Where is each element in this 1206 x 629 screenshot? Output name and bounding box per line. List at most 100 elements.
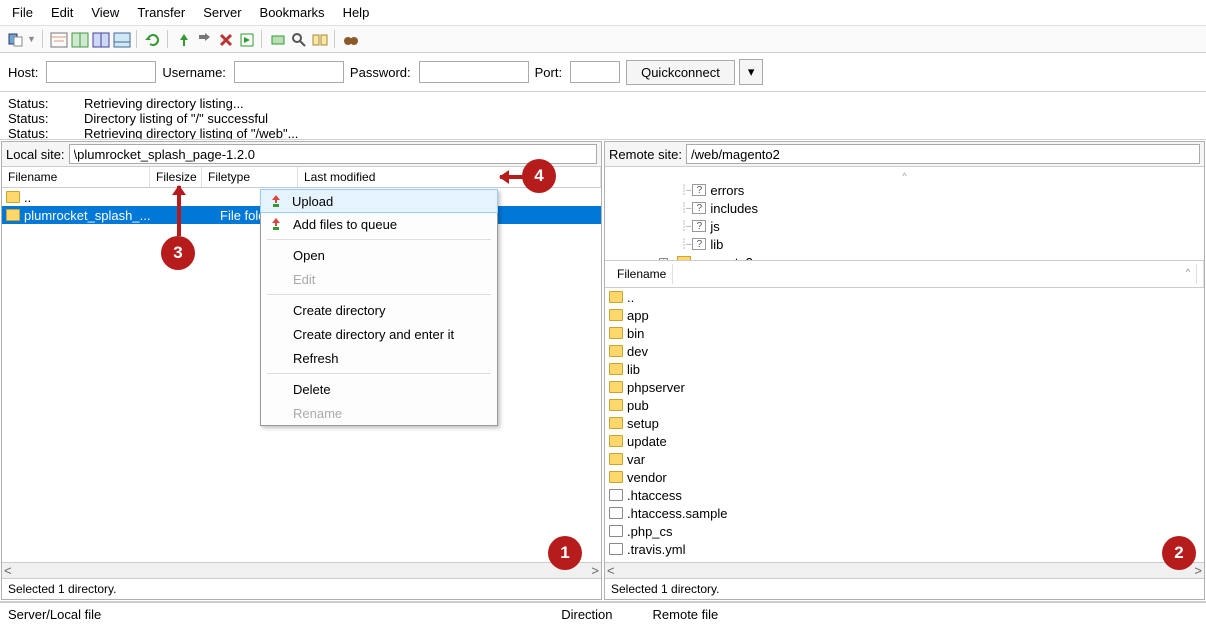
local-site-path-input[interactable] [69,144,597,164]
disconnect-icon[interactable] [216,30,234,48]
ctx-edit: Edit [261,267,497,291]
menu-help[interactable]: Help [335,3,378,22]
ctx-delete[interactable]: Delete [261,377,497,401]
toolbar: ▼ [0,26,1206,53]
menu-view[interactable]: View [83,3,127,22]
col-filetype[interactable]: Filetype [202,167,298,187]
menu-transfer[interactable]: Transfer [129,3,193,22]
menu-file[interactable]: File [4,3,41,22]
folder-icon [609,381,623,393]
filename-cell: var [627,452,1200,467]
search-icon[interactable] [289,30,307,48]
ctx-create-dir-enter[interactable]: Create directory and enter it [261,322,497,346]
quickconnect-dropdown[interactable]: ▾ [739,59,764,85]
remote-scrollbar[interactable]: <> [605,562,1204,578]
local-file-list[interactable]: Filename Filesize Filetype Last modified… [2,167,601,562]
host-input[interactable] [46,61,156,83]
filename-cell: bin [627,326,1200,341]
site-manager-icon[interactable] [6,30,24,48]
file-icon [609,525,623,537]
folder-icon [609,435,623,447]
ctx-label: Delete [293,382,331,397]
ctx-label: Create directory and enter it [293,327,454,342]
list-row[interactable]: .travis.yml [605,540,1204,558]
queue-col-remote[interactable]: Remote file [653,607,759,622]
list-row[interactable]: var [605,450,1204,468]
username-input[interactable] [234,61,344,83]
compare-icon[interactable] [310,30,328,48]
tree-item[interactable]: ┊····?includes [611,199,1198,217]
queue-col-direction[interactable]: Direction [561,607,652,622]
filename-cell: dev [627,344,1200,359]
remote-site-path-input[interactable] [686,144,1200,164]
file-icon [609,543,623,555]
list-row[interactable]: .php_cs [605,522,1204,540]
menu-bookmarks[interactable]: Bookmarks [252,3,333,22]
annotation-arrow [177,186,181,236]
annotation-badge-1: 1 [548,536,582,570]
password-input[interactable] [419,61,529,83]
col-filename[interactable]: Filename [2,167,150,187]
toggle-remote-tree-icon[interactable] [91,30,109,48]
cancel-icon[interactable] [195,30,213,48]
remote-site-label: Remote site: [609,147,682,162]
quickconnect-button[interactable]: Quickconnect [626,60,735,85]
ctx-refresh[interactable]: Refresh [261,346,497,370]
toggle-queue-icon[interactable] [112,30,130,48]
toggle-log-icon[interactable] [49,30,67,48]
queue-col-server[interactable]: Server/Local file [8,607,141,622]
menu-bar: File Edit View Transfer Server Bookmarks… [0,0,1206,26]
list-row[interactable]: app [605,306,1204,324]
tree-item[interactable]: +···magento2 [611,253,1198,261]
reconnect-icon[interactable] [237,30,255,48]
filename-cell: .. [627,290,1200,305]
menu-server[interactable]: Server [195,3,249,22]
list-row[interactable]: .htaccess [605,486,1204,504]
list-row[interactable]: vendor [605,468,1204,486]
local-scrollbar[interactable]: <> [2,562,601,578]
ctx-upload[interactable]: Upload [260,189,498,213]
remote-tree[interactable]: ^ ┊····?errors ┊····?includes ┊····?js ┊… [605,167,1204,261]
local-pane: Local site: Filename Filesize Filetype L… [1,141,602,600]
ctx-label: Rename [293,406,342,421]
username-label: Username: [162,65,226,80]
refresh-icon[interactable] [143,30,161,48]
main-split: Local site: Filename Filesize Filetype L… [0,140,1206,601]
folder-icon [609,399,623,411]
ctx-add-queue[interactable]: Add files to queue [261,212,497,236]
binoculars-icon[interactable] [341,30,359,48]
menu-edit[interactable]: Edit [43,3,81,22]
ctx-label: Add files to queue [293,217,397,232]
file-icon [609,489,623,501]
context-menu: Upload Add files to queue Open Edit Crea… [260,189,498,426]
list-row[interactable]: dev [605,342,1204,360]
tree-item[interactable]: ┊····?js [611,217,1198,235]
col-filename[interactable]: Filename^ [605,261,1204,287]
list-row[interactable]: update [605,432,1204,450]
remote-list-header[interactable]: Filename^ [605,261,1204,288]
filename-cell: setup [627,416,1200,431]
list-row[interactable]: .htaccess.sample [605,504,1204,522]
filter-icon[interactable] [268,30,286,48]
queue-header[interactable]: Server/Local file Direction Remote file [0,601,1206,626]
list-row-parent[interactable]: .. [605,288,1204,306]
list-row[interactable]: setup [605,414,1204,432]
list-row[interactable]: phpserver [605,378,1204,396]
status-label: Status: [8,111,48,126]
ctx-create-dir[interactable]: Create directory [261,298,497,322]
folder-icon [6,209,20,221]
remote-file-list[interactable]: Filename^ .. app bin dev lib phpserver p… [605,261,1204,562]
folder-icon [609,309,623,321]
list-row[interactable]: pub [605,396,1204,414]
filename-cell: .travis.yml [627,542,1200,557]
tree-item[interactable]: ┊····?lib [611,235,1198,253]
tree-item[interactable]: ┊····?errors [611,181,1198,199]
ctx-open[interactable]: Open [261,243,497,267]
list-row[interactable]: bin [605,324,1204,342]
status-label: Status: [8,96,48,111]
list-row[interactable]: lib [605,360,1204,378]
toggle-local-tree-icon[interactable] [70,30,88,48]
ctx-label: Edit [293,272,315,287]
process-queue-icon[interactable] [174,30,192,48]
port-input[interactable] [570,61,620,83]
